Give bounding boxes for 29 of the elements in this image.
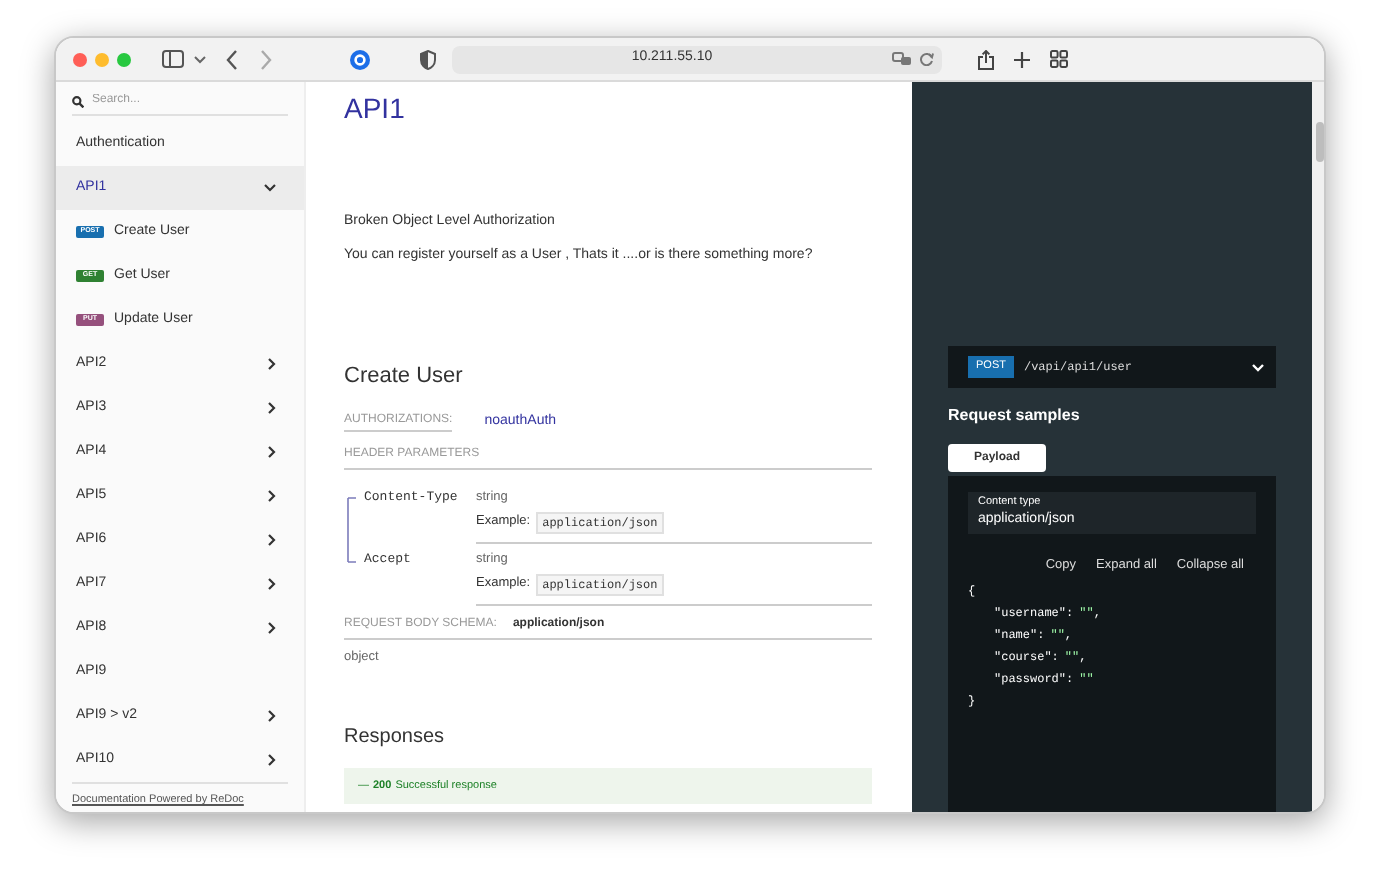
reload-icon[interactable] [920,52,934,66]
share-icon[interactable] [978,49,994,69]
traffic-lights-drawing[interactable] [72,51,136,67]
chevron-right-icon [268,622,276,634]
back-icon[interactable] [226,49,238,69]
chevron-right-icon [268,402,276,414]
chevron-right-icon [268,446,276,458]
extension-icon[interactable] [350,49,370,69]
chevron-right-icon [268,534,276,546]
chevron-right-icon [268,578,276,590]
panel-title: Request samples [948,404,1082,428]
tab-overview-icon[interactable] [1050,50,1068,68]
sidebar-toggle-icon[interactable] [162,50,184,68]
search-icon [72,95,84,107]
responses-title: Responses [344,723,447,751]
parameter-tree-drawing [346,496,362,564]
shield-icon[interactable] [420,49,436,69]
new-tab-icon[interactable] [1014,51,1030,67]
chevron-right-icon [268,710,276,722]
scrollbar[interactable] [1312,82,1324,812]
chevron-down-icon [264,184,276,192]
chevron-right-icon [268,490,276,502]
section-title: API1 [344,92,407,124]
operation-title: Create User [344,361,465,392]
translate-icon[interactable] [892,52,912,66]
chevron-right-icon [268,358,276,370]
chevron-down-icon [1252,363,1264,371]
chevron-right-icon [268,754,276,766]
chevron-down-icon[interactable] [194,55,206,63]
